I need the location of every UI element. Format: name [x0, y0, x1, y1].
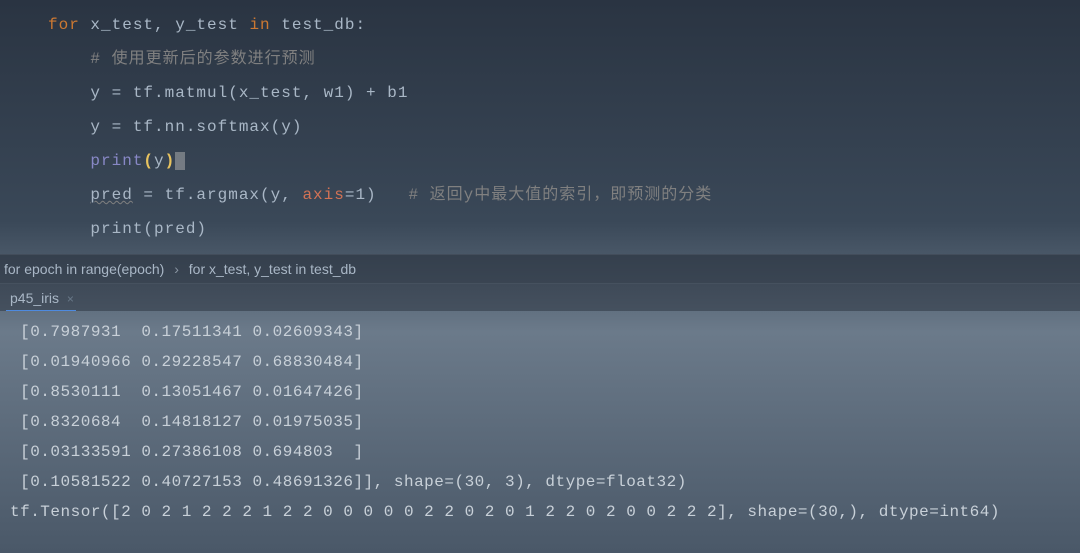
output-line: [0.01940966 0.29228547 0.68830484] — [10, 347, 1080, 377]
print-call: print — [90, 152, 143, 170]
paren-close: ) — [165, 152, 176, 170]
code-line: print(y) — [48, 144, 1080, 178]
paren-open: ( — [143, 152, 154, 170]
output-line: [0.7987931 0.17511341 0.02609343] — [10, 317, 1080, 347]
comment: # 返回y中最大值的索引，即预测的分类 — [408, 186, 712, 204]
output-line: [0.8320684 0.14818127 0.01975035] — [10, 407, 1080, 437]
console-tab-bar: p45_iris × — [0, 284, 1080, 311]
code-line: y = tf.matmul(x_test, w1) + b1 — [48, 76, 1080, 110]
code-line: for x_test, y_test in test_db: — [48, 8, 1080, 42]
close-icon[interactable]: × — [67, 292, 74, 306]
output-line: [0.10581522 0.40727153 0.48691326]], sha… — [10, 467, 1080, 497]
code-line: print(pred) — [48, 212, 1080, 246]
breadcrumb: for epoch in range(epoch) › for x_test, … — [0, 254, 1080, 284]
chevron-right-icon: › — [174, 261, 179, 277]
breadcrumb-item[interactable]: for x_test, y_test in test_db — [189, 261, 356, 277]
comment: # 使用更新后的参数进行预测 — [90, 50, 315, 68]
output-line: [0.03133591 0.27386108 0.694803 ] — [10, 437, 1080, 467]
console-output[interactable]: [0.7987931 0.17511341 0.02609343] [0.019… — [0, 311, 1080, 533]
code-line: y = tf.nn.softmax(y) — [48, 110, 1080, 144]
tab-run[interactable]: p45_iris × — [6, 288, 78, 308]
keyword-in: in — [249, 16, 270, 34]
keyword-for: for — [48, 16, 80, 34]
breadcrumb-item[interactable]: for epoch in range(epoch) — [4, 261, 164, 277]
variable-pred: pred — [90, 186, 132, 204]
tab-label: p45_iris — [10, 290, 59, 306]
output-line: [0.8530111 0.13051467 0.01647426] — [10, 377, 1080, 407]
text-cursor — [175, 152, 185, 170]
kwarg-axis: axis — [302, 186, 344, 204]
output-line: tf.Tensor([2 0 2 1 2 2 2 1 2 2 0 0 0 0 0… — [10, 497, 1080, 527]
code-line: # 使用更新后的参数进行预测 — [48, 42, 1080, 76]
code-line: pred = tf.argmax(y, axis=1) # 返回y中最大值的索引… — [48, 178, 1080, 212]
code-editor[interactable]: for x_test, y_test in test_db: # 使用更新后的参… — [0, 0, 1080, 254]
